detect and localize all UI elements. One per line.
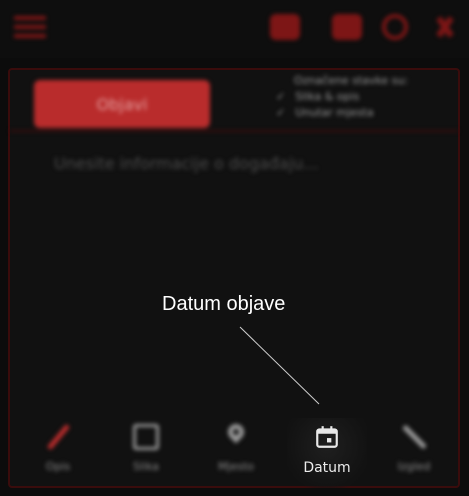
nav-item-slika[interactable]: Slika xyxy=(106,418,186,488)
event-info-input[interactable]: Unesite informacije o događaju... xyxy=(54,154,434,184)
location-pin-icon xyxy=(223,424,249,450)
image-icon xyxy=(133,424,159,450)
nav-item-izgled[interactable]: Izgled xyxy=(374,418,454,488)
options-list: Označene stavke su: Slika & opis Unutar … xyxy=(256,74,446,122)
divider xyxy=(10,130,458,132)
wrench-icon xyxy=(401,424,427,450)
annotation-label: Datum objave xyxy=(162,293,286,315)
video-icon[interactable] xyxy=(270,14,300,40)
publish-button-label: Objavi xyxy=(96,94,148,114)
menu-icon[interactable] xyxy=(14,16,46,38)
nav-item-label: Datum xyxy=(303,460,351,476)
top-toolbar xyxy=(0,0,469,58)
nav-item-label: Slika xyxy=(132,460,159,473)
option-item[interactable]: Slika & opis xyxy=(256,90,446,103)
publish-button[interactable]: Objavi xyxy=(34,80,210,128)
calendar-icon xyxy=(314,424,340,450)
nav-item-opis[interactable]: Opis xyxy=(18,418,98,488)
options-heading: Označene stavke su: xyxy=(293,74,409,87)
bottom-nav: Opis Slika Mjesto Datum Izgled xyxy=(0,408,469,496)
refresh-icon[interactable] xyxy=(382,14,412,40)
nav-item-label: Izgled xyxy=(397,460,431,473)
option-item[interactable]: Unutar mjesta xyxy=(256,106,446,119)
nav-item-label: Opis xyxy=(45,460,71,473)
pencil-icon xyxy=(45,424,71,450)
nav-item-label: Mjesto xyxy=(217,460,255,473)
people-icon[interactable] xyxy=(430,14,460,40)
camera-icon[interactable] xyxy=(332,14,362,40)
nav-item-mjesto[interactable]: Mjesto xyxy=(196,418,276,488)
nav-item-datum[interactable]: Datum xyxy=(287,418,367,488)
